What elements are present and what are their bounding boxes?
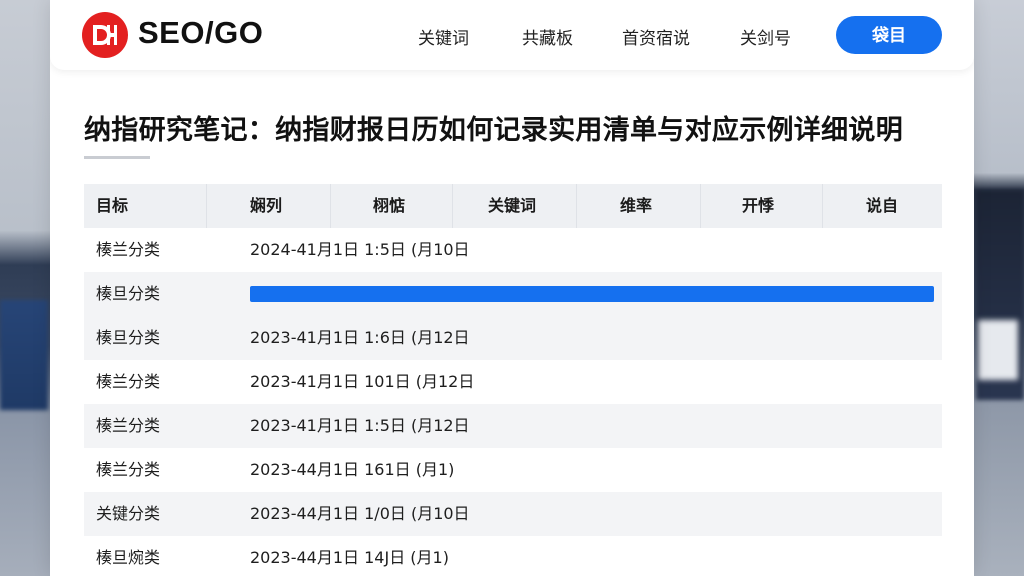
row-date: 2023-44月1日 161日 (月1) <box>250 460 455 479</box>
table-row[interactable]: 楱旦分类 2023-41月1日 1:6日 (月12日 <box>84 316 942 360</box>
login-button[interactable]: 袋目 <box>836 16 942 54</box>
row-name: 楱旦分类 <box>96 328 161 347</box>
column-header-7[interactable]: 说自 <box>866 184 898 228</box>
page-title: 纳指研究笔记：纳指财报日历如何记录实用清单与对应示例详细说明 <box>84 115 903 146</box>
row-date: 2023-41月1日 1:6日 (月12日 <box>250 328 470 347</box>
column-divider <box>452 184 453 228</box>
brand-name[interactable]: SEO/GO <box>138 15 263 51</box>
brand-logo-icon[interactable] <box>82 12 128 58</box>
data-table: 目标 娴列 栩惦 关键词 维率 开悸 说自 楱兰分类 2024-41月1日 1:… <box>84 184 942 576</box>
nav-item-1[interactable]: 关键词 <box>418 24 469 49</box>
row-date: 2023-44月1日 1/0日 (月10日 <box>250 504 470 523</box>
column-header-2[interactable]: 娴列 <box>250 184 282 228</box>
progress-bar <box>250 286 934 302</box>
column-divider <box>700 184 701 228</box>
nav-item-3[interactable]: 首资宿说 <box>622 24 690 49</box>
column-divider <box>822 184 823 228</box>
row-name: 关键分类 <box>96 504 161 523</box>
table-header-row: 目标 娴列 栩惦 关键词 维率 开悸 说自 <box>84 184 942 228</box>
column-header-target[interactable]: 目标 <box>96 184 128 228</box>
row-name: 楱旦分类 <box>96 284 161 303</box>
row-date: 2024-41月1日 1:5日 (月10日 <box>250 240 470 259</box>
row-name: 楱兰分类 <box>96 240 161 259</box>
column-header-5[interactable]: 维率 <box>620 184 652 228</box>
title-underline <box>84 156 150 159</box>
background-left-monitor <box>0 300 48 410</box>
background-right-glow <box>978 320 1018 380</box>
row-date: 2023-41月1日 1:5日 (月12日 <box>250 416 470 435</box>
page-card: SEO/GO 关键词 共藏板 首资宿说 关剑号 袋目 纳指研究笔记：纳指财报日历… <box>50 0 974 576</box>
row-date: 2023-41月1日 101日 (月12日 <box>250 372 475 391</box>
table-row[interactable]: 楱兰分类 2023-44月1日 161日 (月1) <box>84 448 942 492</box>
top-navigation-bar: SEO/GO 关键词 共藏板 首资宿说 关剑号 袋目 <box>50 0 974 70</box>
column-divider <box>206 184 207 228</box>
background-left <box>0 0 52 576</box>
column-divider <box>330 184 331 228</box>
table-row[interactable]: 楱兰分类 2023-41月1日 1:5日 (月12日 <box>84 404 942 448</box>
row-name: 楱兰分类 <box>96 416 161 435</box>
column-divider <box>576 184 577 228</box>
table-row[interactable]: 关键分类 2023-44月1日 1/0日 (月10日 <box>84 492 942 536</box>
row-name: 楱兰分类 <box>96 372 161 391</box>
table-row[interactable]: 楱兰分类 2024-41月1日 1:5日 (月10日 <box>84 228 942 272</box>
progress-bar-fill <box>250 286 934 302</box>
table-row[interactable]: 楱兰分类 2023-41月1日 101日 (月12日 <box>84 360 942 404</box>
nav-item-4[interactable]: 关剑号 <box>740 24 791 49</box>
column-header-3[interactable]: 栩惦 <box>373 184 405 228</box>
row-name: 楱旦焥类 <box>96 548 161 567</box>
table-row[interactable]: 楱旦焥类 2023-44月1日 14J日 (月1) <box>84 536 942 576</box>
table-row[interactable]: 楱旦分类 <box>84 272 942 316</box>
row-name: 楱兰分类 <box>96 460 161 479</box>
column-header-keyword[interactable]: 关键词 <box>488 184 536 228</box>
nav-item-2[interactable]: 共藏板 <box>522 24 573 49</box>
row-date: 2023-44月1日 14J日 (月1) <box>250 548 449 567</box>
column-header-6[interactable]: 开悸 <box>742 184 774 228</box>
logo-mark-icon <box>93 25 117 45</box>
